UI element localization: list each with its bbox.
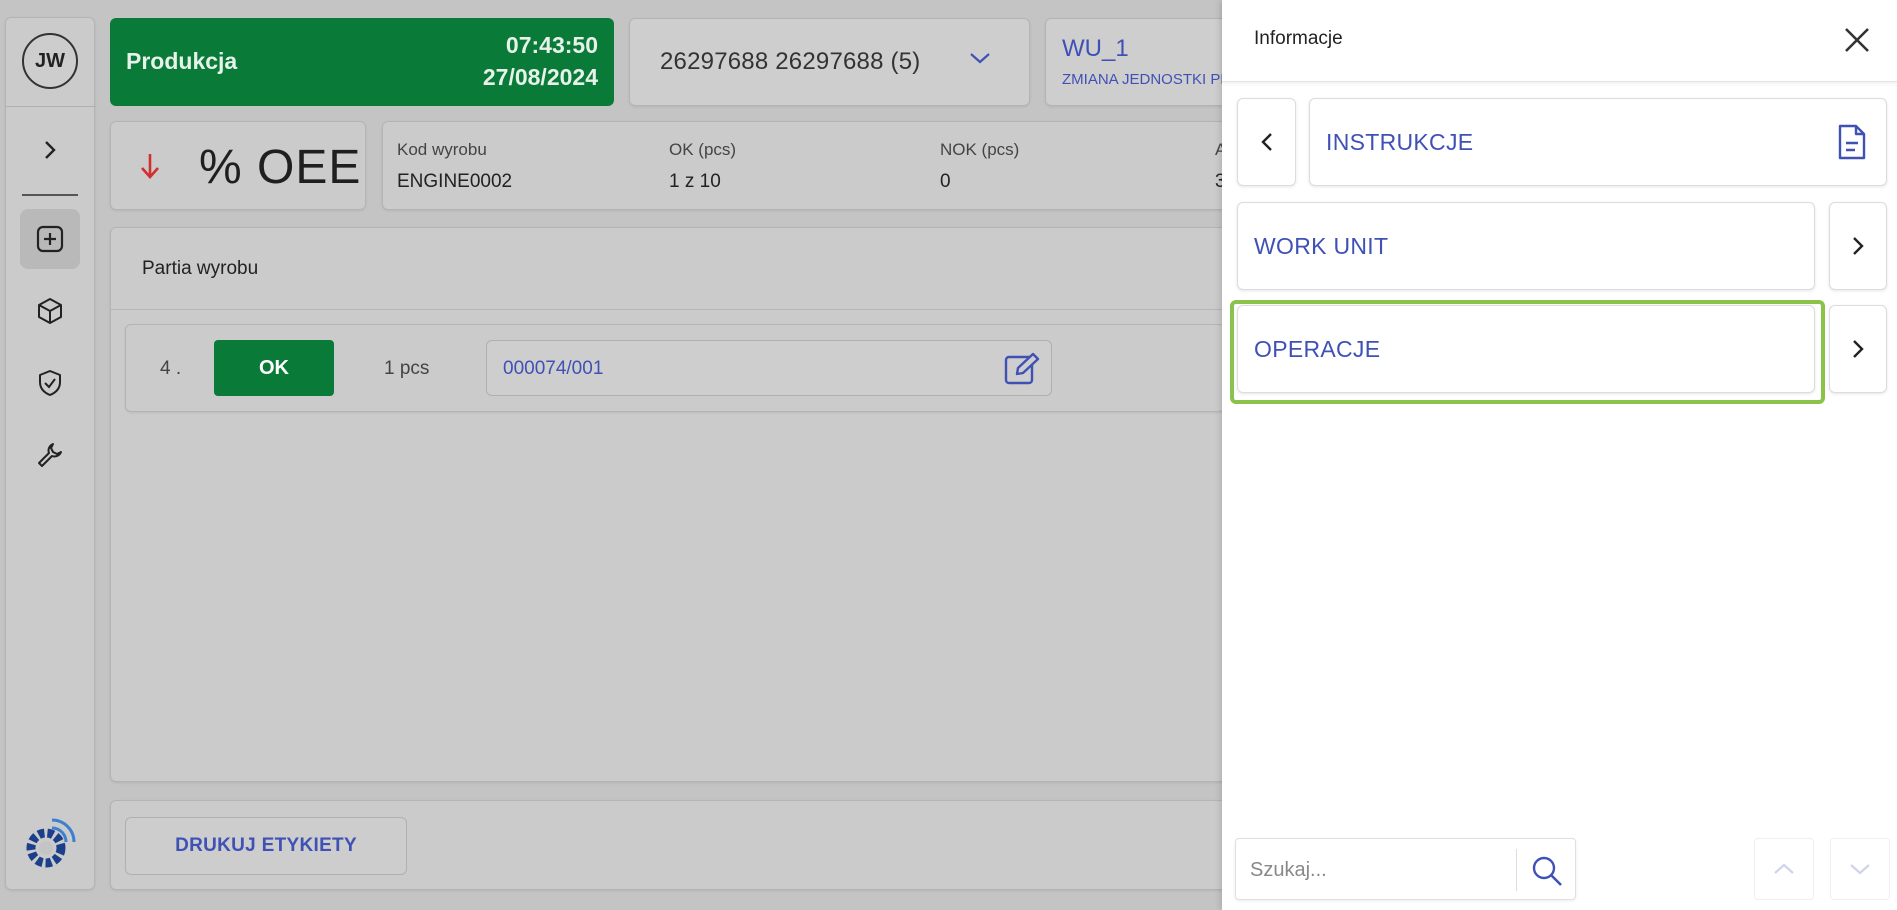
avatar-initials: JW bbox=[35, 49, 65, 72]
info-nok-count: NOK (pcs) 0 bbox=[940, 140, 1019, 193]
lot-number-field[interactable]: 000074/001 bbox=[486, 340, 1052, 396]
operations-expand-button[interactable] bbox=[1829, 305, 1887, 393]
chevron-up-icon bbox=[1774, 863, 1794, 874]
close-button[interactable] bbox=[1837, 20, 1877, 60]
production-title: Produkcja bbox=[126, 48, 238, 74]
batch-title: Partia wyrobu bbox=[142, 258, 259, 279]
search-icon[interactable] bbox=[1530, 854, 1564, 888]
document-icon bbox=[1838, 124, 1866, 160]
chevron-right-icon bbox=[1853, 237, 1864, 255]
production-time: 07:43:50 bbox=[505, 32, 598, 58]
arrow-down-icon bbox=[141, 154, 159, 179]
work-unit-expand-button[interactable] bbox=[1829, 202, 1887, 290]
quality-button[interactable] bbox=[20, 353, 80, 413]
add-button[interactable] bbox=[20, 209, 80, 269]
production-date: 27/08/2024 bbox=[482, 64, 598, 90]
panel-header: Informacje bbox=[1222, 0, 1897, 82]
chevron-left-icon bbox=[1260, 133, 1272, 151]
oee-card: % OEE bbox=[110, 121, 366, 210]
back-button[interactable] bbox=[1237, 98, 1296, 186]
order-selector[interactable]: 26297688 26297688 (5) bbox=[629, 18, 1030, 106]
plus-square-icon bbox=[36, 225, 64, 253]
scroll-down-button[interactable] bbox=[1830, 838, 1890, 900]
shield-check-icon bbox=[39, 370, 61, 396]
search-input[interactable] bbox=[1250, 853, 1515, 887]
info-value: ENGINE0002 bbox=[397, 171, 513, 192]
gear-signal-icon bbox=[26, 818, 76, 868]
chevron-down-icon bbox=[970, 53, 990, 64]
status-label: OK bbox=[259, 356, 289, 379]
cube-icon bbox=[38, 298, 62, 324]
info-value: 0 bbox=[940, 171, 951, 192]
tools-button[interactable] bbox=[20, 425, 80, 485]
oee-label: % OEE bbox=[199, 141, 362, 194]
app-logo bbox=[22, 816, 78, 872]
production-status-card[interactable]: Produkcja 07:43:50 27/08/2024 bbox=[110, 18, 614, 106]
selection-highlight bbox=[1230, 300, 1825, 404]
chevron-right-icon bbox=[1853, 340, 1864, 358]
row-quantity: 1 pcs bbox=[384, 358, 430, 379]
rail-separator bbox=[6, 106, 96, 107]
avatar[interactable]: JW bbox=[22, 33, 78, 89]
info-header: NOK (pcs) bbox=[940, 140, 1020, 159]
wrench-icon bbox=[38, 443, 62, 467]
panel-search bbox=[1235, 838, 1576, 900]
info-value: 1 z 10 bbox=[669, 171, 721, 192]
chevron-right-icon bbox=[45, 141, 56, 159]
lot-number: 000074/001 bbox=[503, 358, 604, 379]
print-labels-label: DRUKUJ ETYKIETY bbox=[175, 835, 357, 856]
batch-panel: Partia wyrobu bbox=[110, 227, 1250, 782]
work-unit-item[interactable]: WORK UNIT bbox=[1237, 202, 1815, 290]
products-button[interactable] bbox=[20, 281, 80, 341]
bottom-toolbar: DRUKUJ ETYKIETY bbox=[110, 800, 1250, 890]
info-product-code: Kod wyrobu ENGINE0002 bbox=[397, 140, 512, 193]
chevron-down-icon bbox=[1850, 864, 1870, 875]
product-info-card: Kod wyrobu ENGINE0002 OK (pcs) 1 z 10 NO… bbox=[382, 121, 1252, 210]
instructions-item[interactable]: INSTRUKCJE bbox=[1309, 98, 1887, 186]
order-number: 26297688 26297688 (5) bbox=[660, 48, 921, 75]
info-ok-count: OK (pcs) 1 z 10 bbox=[669, 140, 736, 193]
info-header: OK (pcs) bbox=[669, 140, 737, 159]
batch-panel-header: Partia wyrobu bbox=[111, 228, 1249, 310]
close-icon bbox=[1845, 28, 1869, 52]
work-unit-card[interactable]: WU_1 ZMIANA JEDNOSTKI PRACY bbox=[1045, 18, 1262, 106]
expand-sidebar-button[interactable] bbox=[20, 120, 80, 180]
info-header: Kod wyrobu bbox=[397, 140, 487, 159]
scroll-up-button[interactable] bbox=[1754, 838, 1814, 900]
work-unit-label: WORK UNIT bbox=[1254, 233, 1389, 259]
table-row: 4 . OK 1 pcs 000074/001 bbox=[125, 324, 1225, 412]
work-unit-name: WU_1 bbox=[1062, 35, 1129, 62]
rail-divider bbox=[22, 194, 78, 196]
print-labels-button[interactable]: DRUKUJ ETYKIETY bbox=[125, 817, 407, 875]
edit-icon[interactable] bbox=[1003, 351, 1041, 387]
status-ok-button[interactable]: OK bbox=[214, 340, 334, 396]
row-index: 4 . bbox=[160, 358, 182, 379]
panel-title: Informacje bbox=[1254, 28, 1343, 49]
search-separator bbox=[1516, 849, 1517, 891]
instructions-label: INSTRUKCJE bbox=[1326, 129, 1474, 155]
